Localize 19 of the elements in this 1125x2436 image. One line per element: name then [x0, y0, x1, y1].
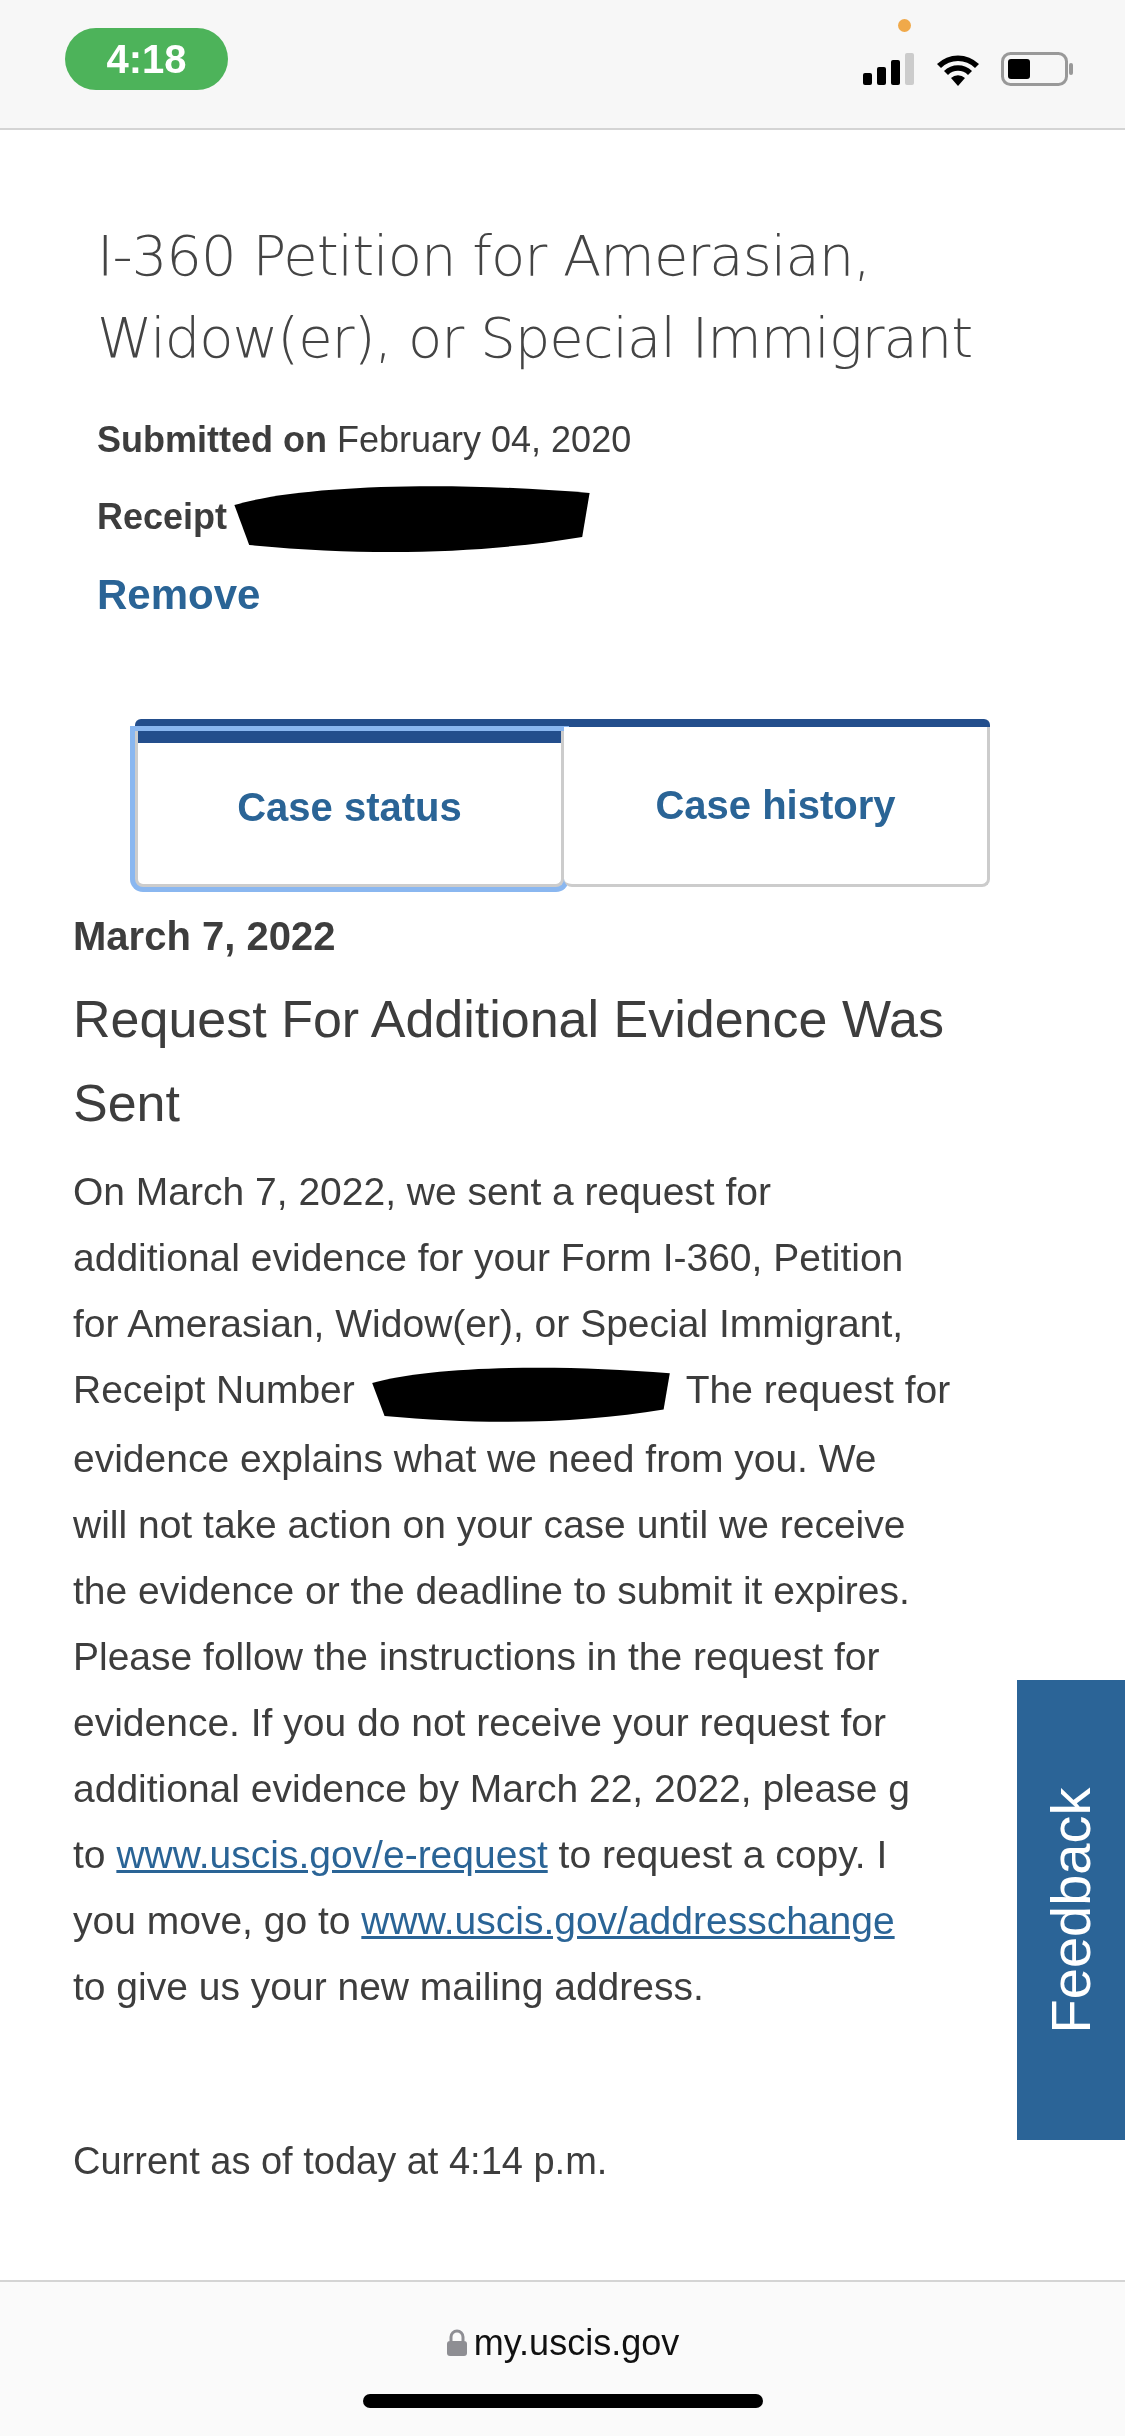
status-paragraph: On March 7, 2022, we sent a request for additional evidence for your Form I-360, Petition for Amerasian, Widow(er), or Special Immigrant, Receipt Number The request for evidence explains what we need from you. We will not take action on your case until we receive the evidence or the deadline to submit it expires. Please follow the instructions in the request for evidence. If you do not receive your request for additional evidence by March 22, 2022, please g to www.uscis.gov/e-request to request a copy. I you move, go to www.uscis.gov/addresschange to give us your new mailing address. [73, 1169, 951, 2010]
battery-icon [1001, 52, 1075, 86]
submitted-date: Submitted on February 04, 2020 [97, 418, 633, 462]
remove-link[interactable]: Remove [97, 571, 261, 619]
link[interactable]: www.uscis.gov/e-request [116, 1832, 548, 1876]
current-as-of: Current as of today at 4:14 p.m. [73, 2139, 609, 2183]
wifi-icon [935, 52, 981, 86]
case-tab[interactable]: Case history [564, 727, 990, 887]
feedback-button[interactable]: Feedback [1017, 1680, 1125, 2140]
petition-title: I-360 Petition for Amerasian, Widow(er), or Special Immigrant [97, 222, 974, 372]
status-date: March 7, 2022 [73, 913, 337, 960]
link[interactable]: www.uscis.gov/addresschange [361, 1898, 895, 1942]
status-time: 4:18 [65, 28, 228, 90]
url-text[interactable]: my.uscis.gov [473, 2322, 680, 2364]
status-heading: Request For Additional Evidence Was Sent [73, 989, 945, 1134]
lock-icon [445, 2329, 468, 2357]
receipt-label: Receipt [97, 495, 228, 539]
privacy-dot-icon [898, 19, 911, 32]
signal-icon [863, 53, 915, 85]
